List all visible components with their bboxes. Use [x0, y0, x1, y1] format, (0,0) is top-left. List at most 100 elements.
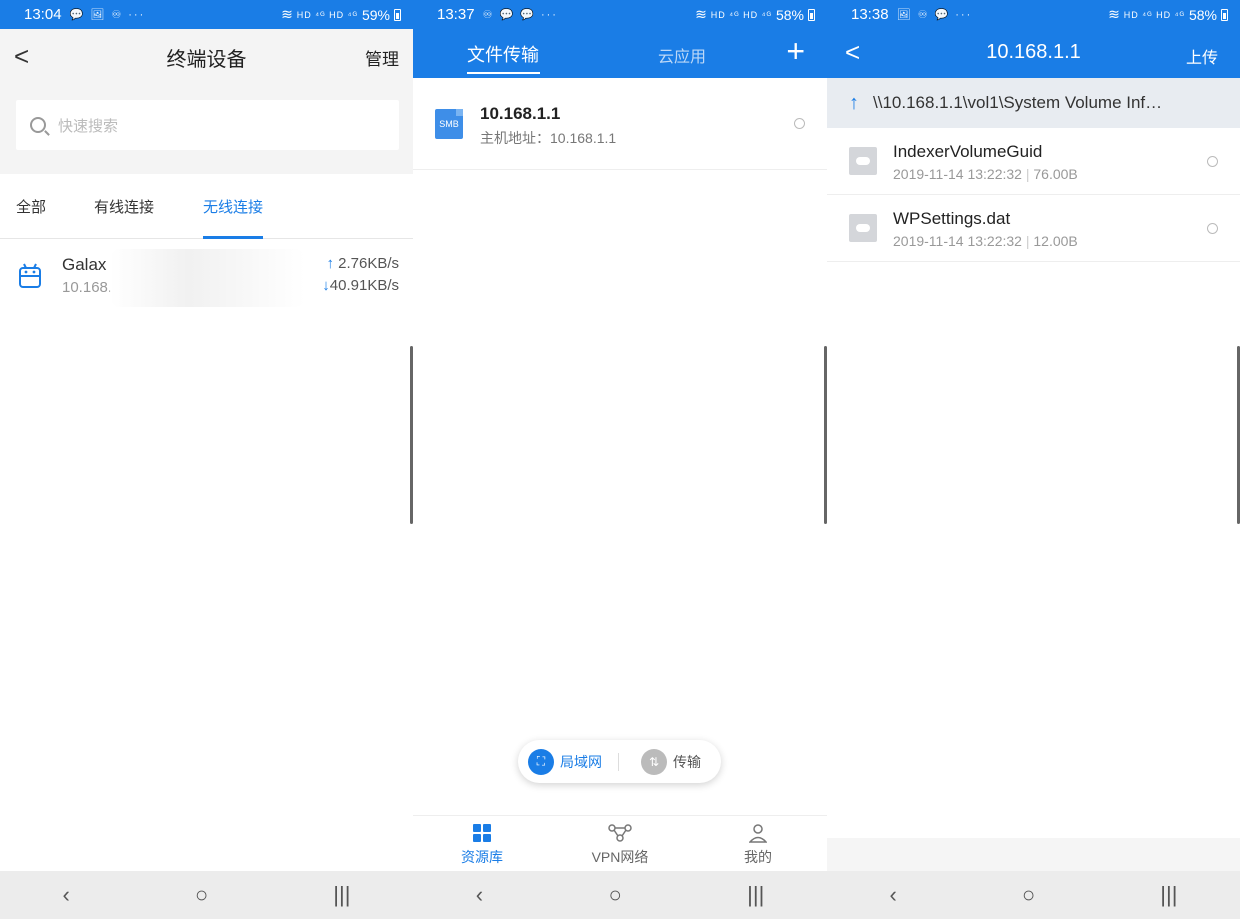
upload-speed: ↑ 2.76KB/s — [326, 255, 399, 272]
file-transfer-screen: 13:37 ♾ 💬 💬 ··· ≋ HD ⁴ᴳ HD ⁴ᴳ 58% 文件传输 云… — [413, 0, 827, 919]
nav-recents-icon[interactable]: ||| — [747, 882, 764, 908]
up-arrow-icon[interactable]: ↑ — [849, 92, 859, 115]
tab-cloud-apps[interactable]: 云应用 — [658, 43, 706, 67]
upload-button[interactable]: 上传 — [1186, 44, 1218, 68]
transfer-icon: ⇅ — [641, 748, 667, 775]
system-nav-bar: ‹ ○ ||| — [827, 871, 1240, 919]
active-tab-indicator — [467, 72, 540, 74]
cloud-file-icon — [849, 214, 877, 242]
server-address: 主机地址：10.168.1.1 — [480, 130, 617, 146]
nav-back-icon[interactable]: ‹ — [890, 882, 897, 908]
battery-icon — [808, 8, 815, 21]
tab-vpn[interactable]: VPN网络 — [570, 822, 670, 867]
list-item[interactable]: SMB 10.168.1.1 主机地址：10.168.1.1 — [413, 78, 827, 170]
system-nav-bar: ‹ ○ ||| — [413, 871, 827, 919]
tab-all[interactable]: 全部 — [16, 196, 46, 217]
nav-home-icon[interactable]: ○ — [1022, 882, 1035, 908]
wifi-icon: ≋ — [281, 6, 293, 22]
grid-icon — [473, 824, 491, 842]
connection-tabs: 全部 有线连接 无线连接 — [0, 174, 413, 239]
file-meta: 2019-11-14 13:22:32 | 12.00B — [893, 233, 1078, 249]
bottom-area — [827, 838, 1240, 871]
file-browser-screen: 13:38 🖼 ♾ 💬 ··· ≋ HD ⁴ᴳ HD ⁴ᴳ 58% < 10.1… — [827, 0, 1240, 919]
page-title: 终端设备 — [166, 49, 247, 71]
current-path: \\10.168.1.1\vol1\System Volume Inf… — [873, 93, 1163, 112]
file-name: WPSettings.dat — [893, 209, 1011, 228]
bottom-tab-bar: 资源库 VPN网络 我的 — [413, 815, 827, 871]
system-nav-bar: ‹ ○ ||| — [0, 871, 413, 919]
breadcrumb: ↑ \\10.168.1.1\vol1\System Volume Inf… — [827, 78, 1240, 128]
status-bar: 13:04 💬 🖼 ♾ ··· ≋ HD ⁴ᴳ HD ⁴ᴳ 59% — [0, 0, 413, 29]
page-header: < 终端设备 管理 快速搜索 — [0, 29, 413, 174]
file-meta: 2019-11-14 13:22:32 | 76.00B — [893, 166, 1078, 182]
list-item[interactable]: WPSettings.dat 2019-11-14 13:22:32 | 12.… — [827, 195, 1240, 262]
tab-library-label: 资源库 — [461, 849, 503, 865]
device-ip: 10.168. — [62, 279, 113, 296]
divider — [618, 752, 619, 771]
tab-vpn-label: VPN网络 — [591, 849, 649, 865]
select-radio[interactable] — [794, 118, 805, 129]
user-icon — [708, 822, 808, 844]
list-item[interactable]: Galax 10.168. ↑ 2.76KB/s ↓40.91KB/s — [0, 241, 413, 307]
privacy-blur — [110, 249, 305, 307]
tab-wired[interactable]: 有线连接 — [94, 196, 154, 217]
battery-text: 59% — [361, 6, 390, 23]
notification-icons: 🖼 ♾ 💬 ··· — [896, 9, 973, 21]
tab-wireless[interactable]: 无线连接 — [203, 196, 263, 217]
device-name: Galax — [62, 255, 107, 274]
android-icon — [19, 263, 41, 288]
tab-library[interactable]: 资源库 — [432, 822, 532, 867]
transfer-button[interactable]: ⇅ 传输 — [641, 748, 701, 775]
signal-icon: HD ⁴ᴳ HD ⁴ᴳ — [1123, 9, 1185, 20]
signal-icon: HD ⁴ᴳ HD ⁴ᴳ — [296, 9, 358, 20]
battery-icon — [1221, 8, 1228, 21]
notification-icons: 💬 🖼 ♾ ··· — [69, 9, 146, 21]
nav-back-icon[interactable]: ‹ — [476, 882, 483, 908]
nav-home-icon[interactable]: ○ — [195, 882, 208, 908]
signal-icon: HD ⁴ᴳ HD ⁴ᴳ — [710, 9, 772, 20]
search-placeholder: 快速搜索 — [58, 117, 119, 135]
nav-recents-icon[interactable]: ||| — [333, 882, 350, 908]
tab-file-transfer[interactable]: 文件传输 — [467, 41, 539, 67]
add-icon[interactable]: + — [786, 33, 805, 70]
lan-icon: ⛶ — [528, 748, 554, 775]
page-title: 10.168.1.1 — [986, 41, 1081, 63]
status-bar: 13:37 ♾ 💬 💬 ··· ≋ HD ⁴ᴳ HD ⁴ᴳ 58% — [413, 0, 827, 29]
tab-me-label: 我的 — [744, 849, 772, 865]
network-icon — [570, 822, 670, 844]
list-item[interactable]: IndexerVolumeGuid 2019-11-14 13:22:32 | … — [827, 128, 1240, 195]
select-radio[interactable] — [1207, 156, 1218, 167]
app-bar: < 10.168.1.1 上传 — [827, 29, 1240, 78]
status-bar: 13:38 🖼 ♾ 💬 ··· ≋ HD ⁴ᴳ HD ⁴ᴳ 58% — [827, 0, 1240, 29]
device-list-screen: 13:04 💬 🖼 ♾ ··· ≋ HD ⁴ᴳ HD ⁴ᴳ 59% < 终端设备… — [0, 0, 413, 919]
download-arrow-icon: ↓ — [322, 277, 330, 294]
cloud-file-icon — [849, 147, 877, 175]
active-tab-indicator — [203, 236, 263, 239]
status-time: 13:38 — [851, 6, 889, 23]
floating-switcher: ⛶ 局域网 ⇅ 传输 — [518, 740, 721, 783]
nav-back-icon[interactable]: ‹ — [63, 882, 70, 908]
lan-button[interactable]: ⛶ 局域网 — [528, 748, 602, 775]
search-icon — [30, 117, 46, 133]
smb-icon: SMB — [435, 109, 463, 139]
status-time: 13:04 — [24, 6, 62, 23]
battery-text: 58% — [1188, 6, 1217, 23]
app-bar: 文件传输 云应用 + — [413, 29, 827, 78]
download-speed: ↓40.91KB/s — [322, 277, 399, 294]
nav-home-icon[interactable]: ○ — [608, 882, 621, 908]
select-radio[interactable] — [1207, 223, 1218, 234]
battery-icon — [394, 8, 401, 21]
search-input[interactable]: 快速搜索 — [16, 100, 399, 150]
manage-button[interactable]: 管理 — [365, 45, 399, 70]
battery-text: 58% — [775, 6, 804, 23]
upload-arrow-icon: ↑ — [326, 255, 334, 272]
lan-label: 局域网 — [560, 753, 602, 770]
notification-icons: ♾ 💬 💬 ··· — [482, 9, 558, 21]
file-name: IndexerVolumeGuid — [893, 142, 1043, 161]
server-name: 10.168.1.1 — [480, 104, 561, 123]
wifi-icon: ≋ — [1108, 6, 1120, 22]
tab-me[interactable]: 我的 — [708, 822, 808, 867]
transfer-label: 传输 — [673, 753, 701, 770]
wifi-icon: ≋ — [695, 6, 707, 22]
nav-recents-icon[interactable]: ||| — [1160, 882, 1177, 908]
